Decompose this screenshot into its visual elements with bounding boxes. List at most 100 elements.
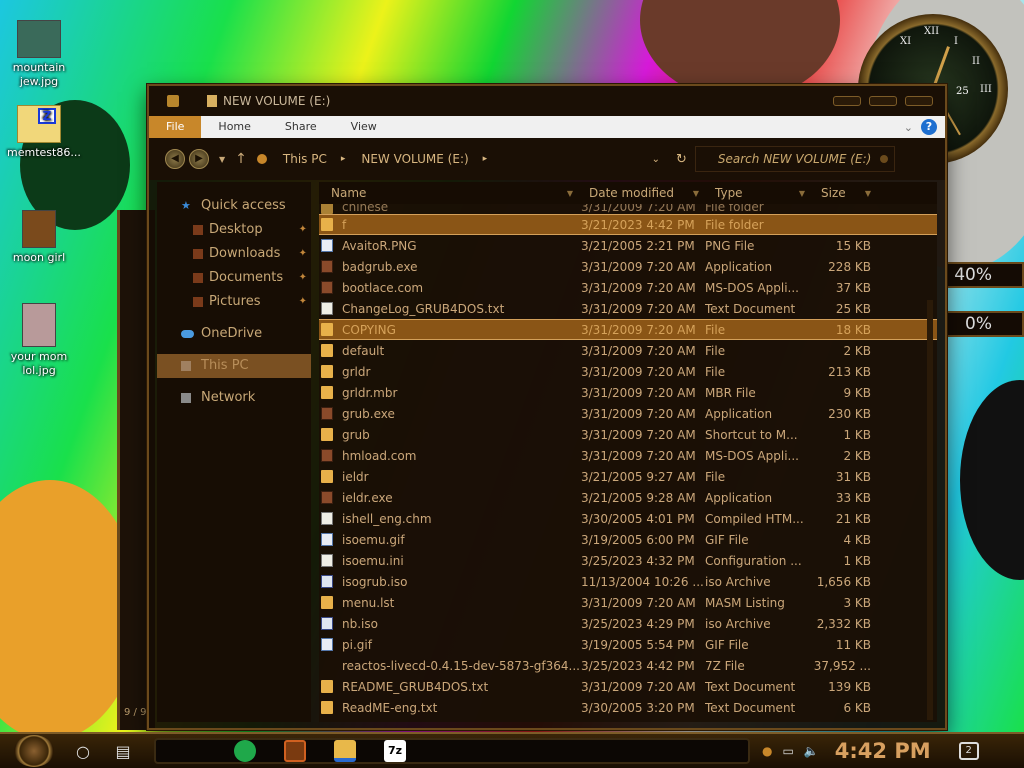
file-row[interactable]: isoemu.gif 3/19/2005 6:00 PM GIF File 4 KB <box>319 529 937 550</box>
breadcrumb-volume[interactable]: NEW VOLUME (E:) <box>361 152 468 166</box>
file-row[interactable]: grub 3/31/2009 7:20 AM Shortcut to M... 1 K… <box>319 424 937 445</box>
search-input[interactable]: Search NEW VOLUME (E:) <box>694 146 895 172</box>
file-row[interactable]: bootlace.com 3/31/2009 7:20 AM MS-DOS Appl… <box>319 277 937 298</box>
file-row[interactable]: hmload.com 3/31/2009 7:20 AM MS-DOS Appli.… <box>319 445 937 466</box>
file-row[interactable]: README_GRUB4DOS.txt 3/31/2009 7:20 AM Text… <box>319 676 937 697</box>
file-row[interactable]: f 3/21/2023 4:42 PM File folder <box>319 214 937 235</box>
nav-quick-access[interactable]: ★ Quick access <box>157 194 311 218</box>
breadcrumb-this-pc[interactable]: This PC <box>283 152 327 166</box>
file-row[interactable]: grub.exe 3/31/2009 7:20 AM Application 230 … <box>319 403 937 424</box>
refresh-icon[interactable]: ↻ <box>676 152 687 167</box>
help-icon[interactable]: ? <box>921 119 937 135</box>
file-row[interactable]: grldr.mbr 3/31/2009 7:20 AM MBR File 9 KB <box>319 382 937 403</box>
notification-center-icon[interactable]: 2 <box>958 742 979 760</box>
file-row[interactable]: ishell_eng.chm 3/30/2005 4:01 PM Compiled … <box>319 508 937 529</box>
folder-file-icon <box>321 701 333 714</box>
nav-this-pc[interactable]: This PC <box>157 354 311 378</box>
file-row[interactable]: menu.lst 3/31/2009 7:20 AM MASM Listing 3 K… <box>319 592 937 613</box>
nav-desktop[interactable]: Desktop ✦ <box>157 218 311 242</box>
file-row[interactable]: badgrub.exe 3/31/2009 7:20 AM Application 2… <box>319 256 937 277</box>
close-button[interactable] <box>905 96 933 106</box>
explorer-window[interactable]: NEW VOLUME (E:) File Home Share View ⌄ ?… <box>147 84 947 730</box>
7zip-app-icon[interactable]: 7z <box>384 740 406 762</box>
cortana-icon[interactable]: ○ <box>72 742 94 761</box>
file-type-cell: MS-DOS Appli... <box>705 280 799 295</box>
file-size-cell: 15 KB <box>835 238 871 253</box>
nav-onedrive[interactable]: OneDrive <box>157 322 311 346</box>
file-row[interactable]: ChangeLog_GRUB4DOS.txt 3/31/2009 7:20 AM T… <box>319 298 937 319</box>
quick-access-toolbar-icon[interactable] <box>207 95 217 107</box>
file-row[interactable]: nb.iso 3/25/2023 4:29 PM iso Archive 2,332 … <box>319 613 937 634</box>
forward-button[interactable]: ▶ <box>189 149 209 169</box>
notes-app-icon[interactable] <box>234 740 256 762</box>
task-view-icon[interactable]: ▤ <box>112 742 134 761</box>
network-tray-icon[interactable]: ▭ <box>782 744 793 758</box>
folder-file-icon <box>321 470 333 483</box>
tab-home[interactable]: Home <box>201 116 267 138</box>
back-button[interactable]: ◀ <box>165 149 185 169</box>
file-date-cell: 3/31/2009 7:20 AM <box>581 343 696 358</box>
tab-view[interactable]: View <box>334 116 394 138</box>
sort-dropdown-icon: ▼ <box>566 189 573 198</box>
file-row[interactable]: AvaitoR.PNG 3/21/2005 2:21 PM PNG File 15 K… <box>319 235 937 256</box>
file-date-cell: 3/31/2009 7:20 AM <box>581 364 696 379</box>
star-icon: ★ <box>181 199 191 212</box>
nav-documents[interactable]: Documents ✦ <box>157 266 311 290</box>
column-header-size[interactable]: Size ▼ <box>809 186 875 200</box>
file-row[interactable]: COPYING 3/31/2009 7:20 AM File 18 KB <box>319 319 937 340</box>
file-row[interactable]: ieldr.exe 3/21/2005 9:28 AM Application 33 … <box>319 487 937 508</box>
expand-ribbon-chevron-icon[interactable]: ⌄ <box>904 121 913 134</box>
folder-file-icon <box>321 323 333 336</box>
desktop-icon-moon-girl[interactable]: moon girl <box>7 210 71 265</box>
file-row[interactable]: pi.gif 3/19/2005 5:54 PM GIF File 11 KB <box>319 634 937 655</box>
tab-file[interactable]: File <box>149 116 202 138</box>
search-icon <box>879 155 888 163</box>
file-type-cell: GIF File <box>705 532 749 547</box>
file-row[interactable]: default 3/31/2009 7:20 AM File 2 KB <box>319 340 937 361</box>
file-row[interactable]: grldr 3/31/2009 7:20 AM File 213 KB <box>319 361 937 382</box>
vertical-scrollbar[interactable] <box>927 300 933 720</box>
tray-overflow-icon[interactable]: ● <box>762 744 772 758</box>
file-date-cell: 3/19/2005 5:54 PM <box>581 637 695 652</box>
nav-network[interactable]: Network <box>157 386 311 410</box>
volume-muted-icon[interactable]: 🔈 <box>804 744 819 758</box>
file-size-cell: 11 KB <box>835 637 871 652</box>
file-name-cell: ieldr.exe <box>319 491 579 505</box>
file-size-cell: 37 KB <box>835 280 871 295</box>
desktop-icon-memtest86[interactable]: Z memtest86... <box>7 105 81 160</box>
file-list: Name ▼ Date modified ▼ Type ▼ Size ▼ chi… <box>319 182 937 722</box>
file-date-cell: 3/30/2005 4:01 PM <box>581 511 695 526</box>
tab-share[interactable]: Share <box>268 116 334 138</box>
file-row[interactable]: reactos-livecd-0.4.15-dev-5873-gf364... 3… <box>319 655 937 676</box>
file-date-cell: 3/31/2009 7:20 AM <box>581 204 696 214</box>
nav-downloads[interactable]: Downloads ✦ <box>157 242 311 266</box>
desktop-icon-mountain-jew[interactable]: mountain jew.jpg <box>7 20 71 89</box>
file-explorer-icon[interactable] <box>334 740 356 762</box>
file-date-cell: 3/30/2005 3:20 PM <box>581 700 695 715</box>
recent-locations-icon[interactable]: ▼ <box>219 155 225 164</box>
file-row[interactable]: ieldr 3/21/2005 9:27 AM File 31 KB <box>319 466 937 487</box>
file-name-cell: COPYING <box>319 323 579 337</box>
file-row[interactable]: ReadME-eng.txt 3/30/2005 3:20 PM Text Docu… <box>319 697 937 718</box>
img-file-icon <box>321 239 333 252</box>
file-row[interactable]: chinese 3/31/2009 7:20 AM File folder <box>319 204 937 214</box>
file-row[interactable]: isoemu.ini 3/25/2023 4:32 PM Configuration… <box>319 550 937 571</box>
up-arrow-icon[interactable]: ↑ <box>235 151 247 167</box>
column-header-type[interactable]: Type ▼ <box>703 186 809 200</box>
start-button[interactable] <box>14 735 54 767</box>
address-bar[interactable]: This PC ▸ NEW VOLUME (E:) ▸ ⌄ ↻ <box>256 146 687 172</box>
title-bar[interactable]: NEW VOLUME (E:) <box>149 86 945 116</box>
desktop-icon-your-mom[interactable]: your mom lol.jpg <box>7 303 71 378</box>
column-header-date[interactable]: Date modified ▼ <box>577 186 703 200</box>
column-header-name[interactable]: Name ▼ <box>319 186 577 200</box>
file-type-cell: MBR File <box>705 385 756 400</box>
minimize-button[interactable] <box>833 96 861 106</box>
taskbar-clock[interactable]: 4:42 PM <box>835 739 931 763</box>
nav-pictures[interactable]: Pictures ✦ <box>157 290 311 314</box>
media-app-icon[interactable] <box>284 740 306 762</box>
maximize-button[interactable] <box>869 96 897 106</box>
drive-icon <box>256 154 267 164</box>
exe-file-icon <box>321 449 333 462</box>
address-dropdown-icon[interactable]: ⌄ <box>652 154 660 165</box>
file-row[interactable]: isogrub.iso 11/13/2004 10:26 ... iso Archi… <box>319 571 937 592</box>
